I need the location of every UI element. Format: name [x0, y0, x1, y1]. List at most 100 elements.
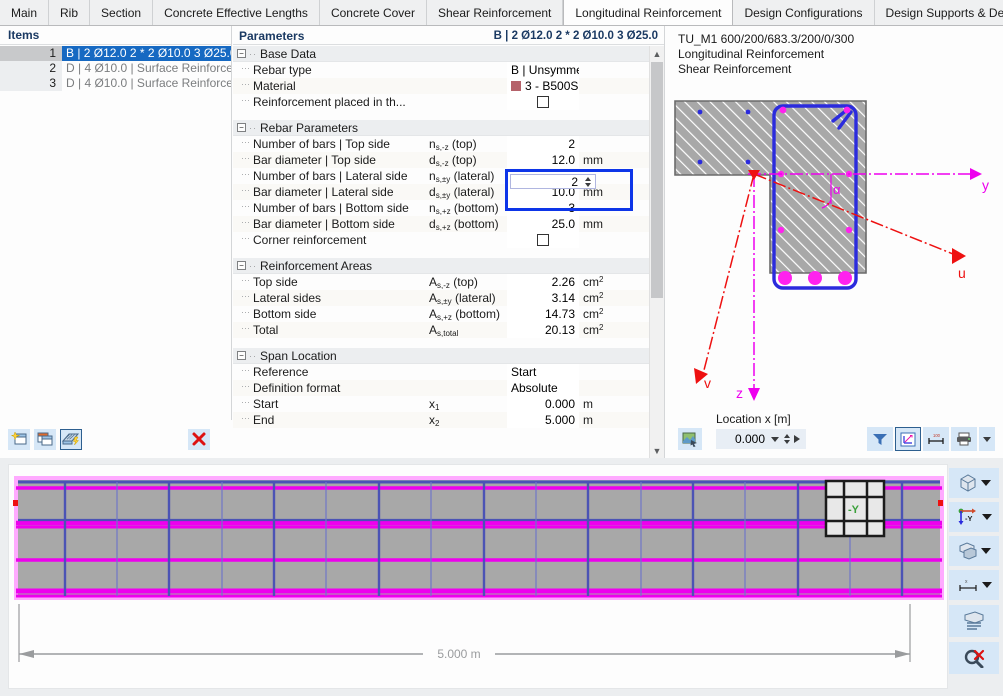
row-value[interactable]: Start	[507, 364, 579, 380]
table-row[interactable]: Reinforcement placed in th...	[233, 94, 649, 110]
row-value[interactable]: 3	[507, 200, 579, 216]
scroll-down-icon[interactable]: ▼	[650, 443, 664, 458]
collapse-icon[interactable]: −	[237, 49, 246, 58]
top-rebar	[779, 106, 787, 114]
row-unit: m	[583, 397, 593, 411]
row-symbol: As,+z (bottom)	[429, 307, 500, 322]
scroll-up-icon[interactable]: ▲	[650, 46, 664, 61]
tab-main[interactable]: Main	[0, 0, 50, 25]
location-spinner[interactable]	[784, 434, 790, 444]
table-row[interactable]: Bar diameter | Bottom side ds,+z (bottom…	[233, 216, 649, 232]
location-next-icon[interactable]	[794, 435, 800, 443]
dimension-button[interactable]: 100	[923, 427, 949, 451]
render-mode-button[interactable]	[949, 468, 999, 498]
group-label: Reinforcement Areas	[260, 258, 373, 273]
section-view-button[interactable]	[949, 536, 999, 566]
tab-label: Rib	[60, 5, 79, 20]
group-header-base-data[interactable]: − ·· Base Data	[233, 46, 649, 62]
group-spacer	[233, 338, 649, 348]
table-row[interactable]: Top side As,-z (top) 2.26 cm2	[233, 274, 649, 290]
collapse-icon[interactable]: −	[237, 351, 246, 360]
edit-item-button[interactable]	[60, 428, 82, 450]
print-button[interactable]	[951, 427, 977, 451]
spinner-up-icon[interactable]	[584, 176, 591, 181]
new-item-button[interactable]	[8, 428, 30, 450]
table-row[interactable]: Rebar type B | Unsymmetrical	[233, 62, 649, 78]
tab-concrete-effective-lengths[interactable]: Concrete Effective Lengths	[153, 0, 320, 25]
tab-section[interactable]: Section	[90, 0, 154, 25]
row-value[interactable]: 3 - B500S(B) | Isotrop...	[507, 78, 579, 94]
parameters-scrollbar[interactable]: ▲ ▼	[649, 46, 664, 458]
location-combobox[interactable]: 0.000	[716, 429, 806, 449]
table-row[interactable]: Number of bars | Bottom side ns,+z (bott…	[233, 200, 649, 216]
chevron-down-icon[interactable]	[980, 548, 991, 554]
list-item[interactable]: 2 D | 4 Ø10.0 | Surface Reinforce	[0, 61, 231, 76]
group-header-span-location[interactable]: − ·· Span Location	[233, 348, 649, 364]
table-row[interactable]: Start x1 0.000 m	[233, 396, 649, 412]
table-row[interactable]: Total As,total 20.13 cm2	[233, 322, 649, 338]
row-value[interactable]: 5.000	[507, 412, 579, 428]
copy-window-icon	[37, 432, 53, 446]
dimension-arrow-right	[895, 650, 910, 658]
table-row[interactable]: Bottom side As,+z (bottom) 14.73 cm2	[233, 306, 649, 322]
table-row[interactable]: End x2 5.000 m	[233, 412, 649, 428]
group-header-rebar-parameters[interactable]: − ·· Rebar Parameters	[233, 120, 649, 136]
section-view-panel: TU_M1 600/200/683.3/200/0/300 Longitudin…	[666, 26, 1003, 458]
filter-button[interactable]	[867, 427, 893, 451]
collapse-icon[interactable]: −	[237, 261, 246, 270]
svg-text:x: x	[965, 579, 968, 585]
axes-toggle-button[interactable]	[895, 427, 921, 451]
collapse-icon[interactable]: −	[237, 123, 246, 132]
table-row[interactable]: Reference Start	[233, 364, 649, 380]
chevron-down-icon[interactable]	[981, 514, 992, 520]
scrollbar-thumb[interactable]	[651, 62, 663, 298]
lateral-bar-count-input[interactable]: 2	[510, 174, 596, 189]
copy-item-button[interactable]	[34, 428, 56, 450]
table-row[interactable]: Lateral sides As,±y (lateral) 3.14 cm2	[233, 290, 649, 306]
row-unit: cm2	[583, 307, 604, 321]
row-value[interactable]: 2	[507, 136, 579, 152]
location-select-button[interactable]	[678, 428, 702, 450]
row-value[interactable]: B | Unsymmetrical	[507, 62, 579, 78]
spinner-up-icon[interactable]	[784, 434, 790, 438]
row-value[interactable]: 25.0	[507, 216, 579, 232]
spinner-down-icon[interactable]	[584, 182, 591, 187]
spinner-down-icon[interactable]	[784, 440, 790, 444]
list-item[interactable]: 3 D | 4 Ø10.0 | Surface Reinforce	[0, 76, 231, 91]
delete-item-button[interactable]	[188, 428, 210, 450]
group-header-reinforcement-areas[interactable]: − ·· Reinforcement Areas	[233, 258, 649, 274]
tab-rib[interactable]: Rib	[49, 0, 91, 25]
table-row[interactable]: Bar diameter | Top side ds,-z (top) 12.0…	[233, 152, 649, 168]
cross-section-drawing[interactable]: y z α u v	[670, 88, 999, 428]
corner-reinforcement-checkbox[interactable]	[537, 234, 549, 246]
tab-concrete-cover[interactable]: Concrete Cover	[319, 0, 427, 25]
tab-design-supports-deformations[interactable]: Design Supports & Def	[874, 0, 1003, 25]
tab-label: Main	[11, 5, 38, 20]
print-view-button[interactable]	[949, 605, 999, 637]
print-dropdown-button[interactable]	[979, 427, 995, 451]
spinner-arrows[interactable]	[582, 176, 595, 187]
tab-longitudinal-reinforcement[interactable]: Longitudinal Reinforcement	[563, 0, 734, 25]
tab-design-configurations[interactable]: Design Configurations	[733, 0, 875, 25]
chevron-down-icon[interactable]	[771, 436, 779, 442]
row-value[interactable]: 12.0	[507, 152, 579, 168]
row-value[interactable]: 0.000	[507, 396, 579, 412]
chevron-down-icon[interactable]	[981, 582, 992, 588]
row-value[interactable]: Absolute	[507, 380, 579, 396]
item-text: B | 2 Ø12.0 2 * 2 Ø10.0 3 Ø25.0	[62, 46, 231, 61]
zoom-reset-button[interactable]	[949, 642, 999, 674]
row-label: Total	[233, 323, 429, 337]
dimension-display-button[interactable]: x	[949, 570, 999, 600]
reinforcement-placed-checkbox[interactable]	[537, 96, 549, 108]
row-label: Reinforcement placed in th...	[233, 95, 429, 109]
tab-shear-reinforcement[interactable]: Shear Reinforcement	[426, 0, 564, 25]
table-row[interactable]: Definition format Absolute	[233, 380, 649, 396]
table-row[interactable]: Corner reinforcement	[233, 232, 649, 248]
beam-elevation-drawing[interactable]: -Y 5.000 m	[8, 464, 948, 689]
table-row[interactable]: Material 3 - B500S(B) | Isotrop...	[233, 78, 649, 94]
row-label: Start	[233, 397, 429, 411]
list-item[interactable]: 1 B | 2 Ø12.0 2 * 2 Ø10.0 3 Ø25.0	[0, 46, 231, 61]
table-row[interactable]: Number of bars | Top side ns,-z (top) 2	[233, 136, 649, 152]
chevron-down-icon[interactable]	[980, 480, 991, 486]
view-direction-button[interactable]: -Y	[949, 502, 999, 532]
